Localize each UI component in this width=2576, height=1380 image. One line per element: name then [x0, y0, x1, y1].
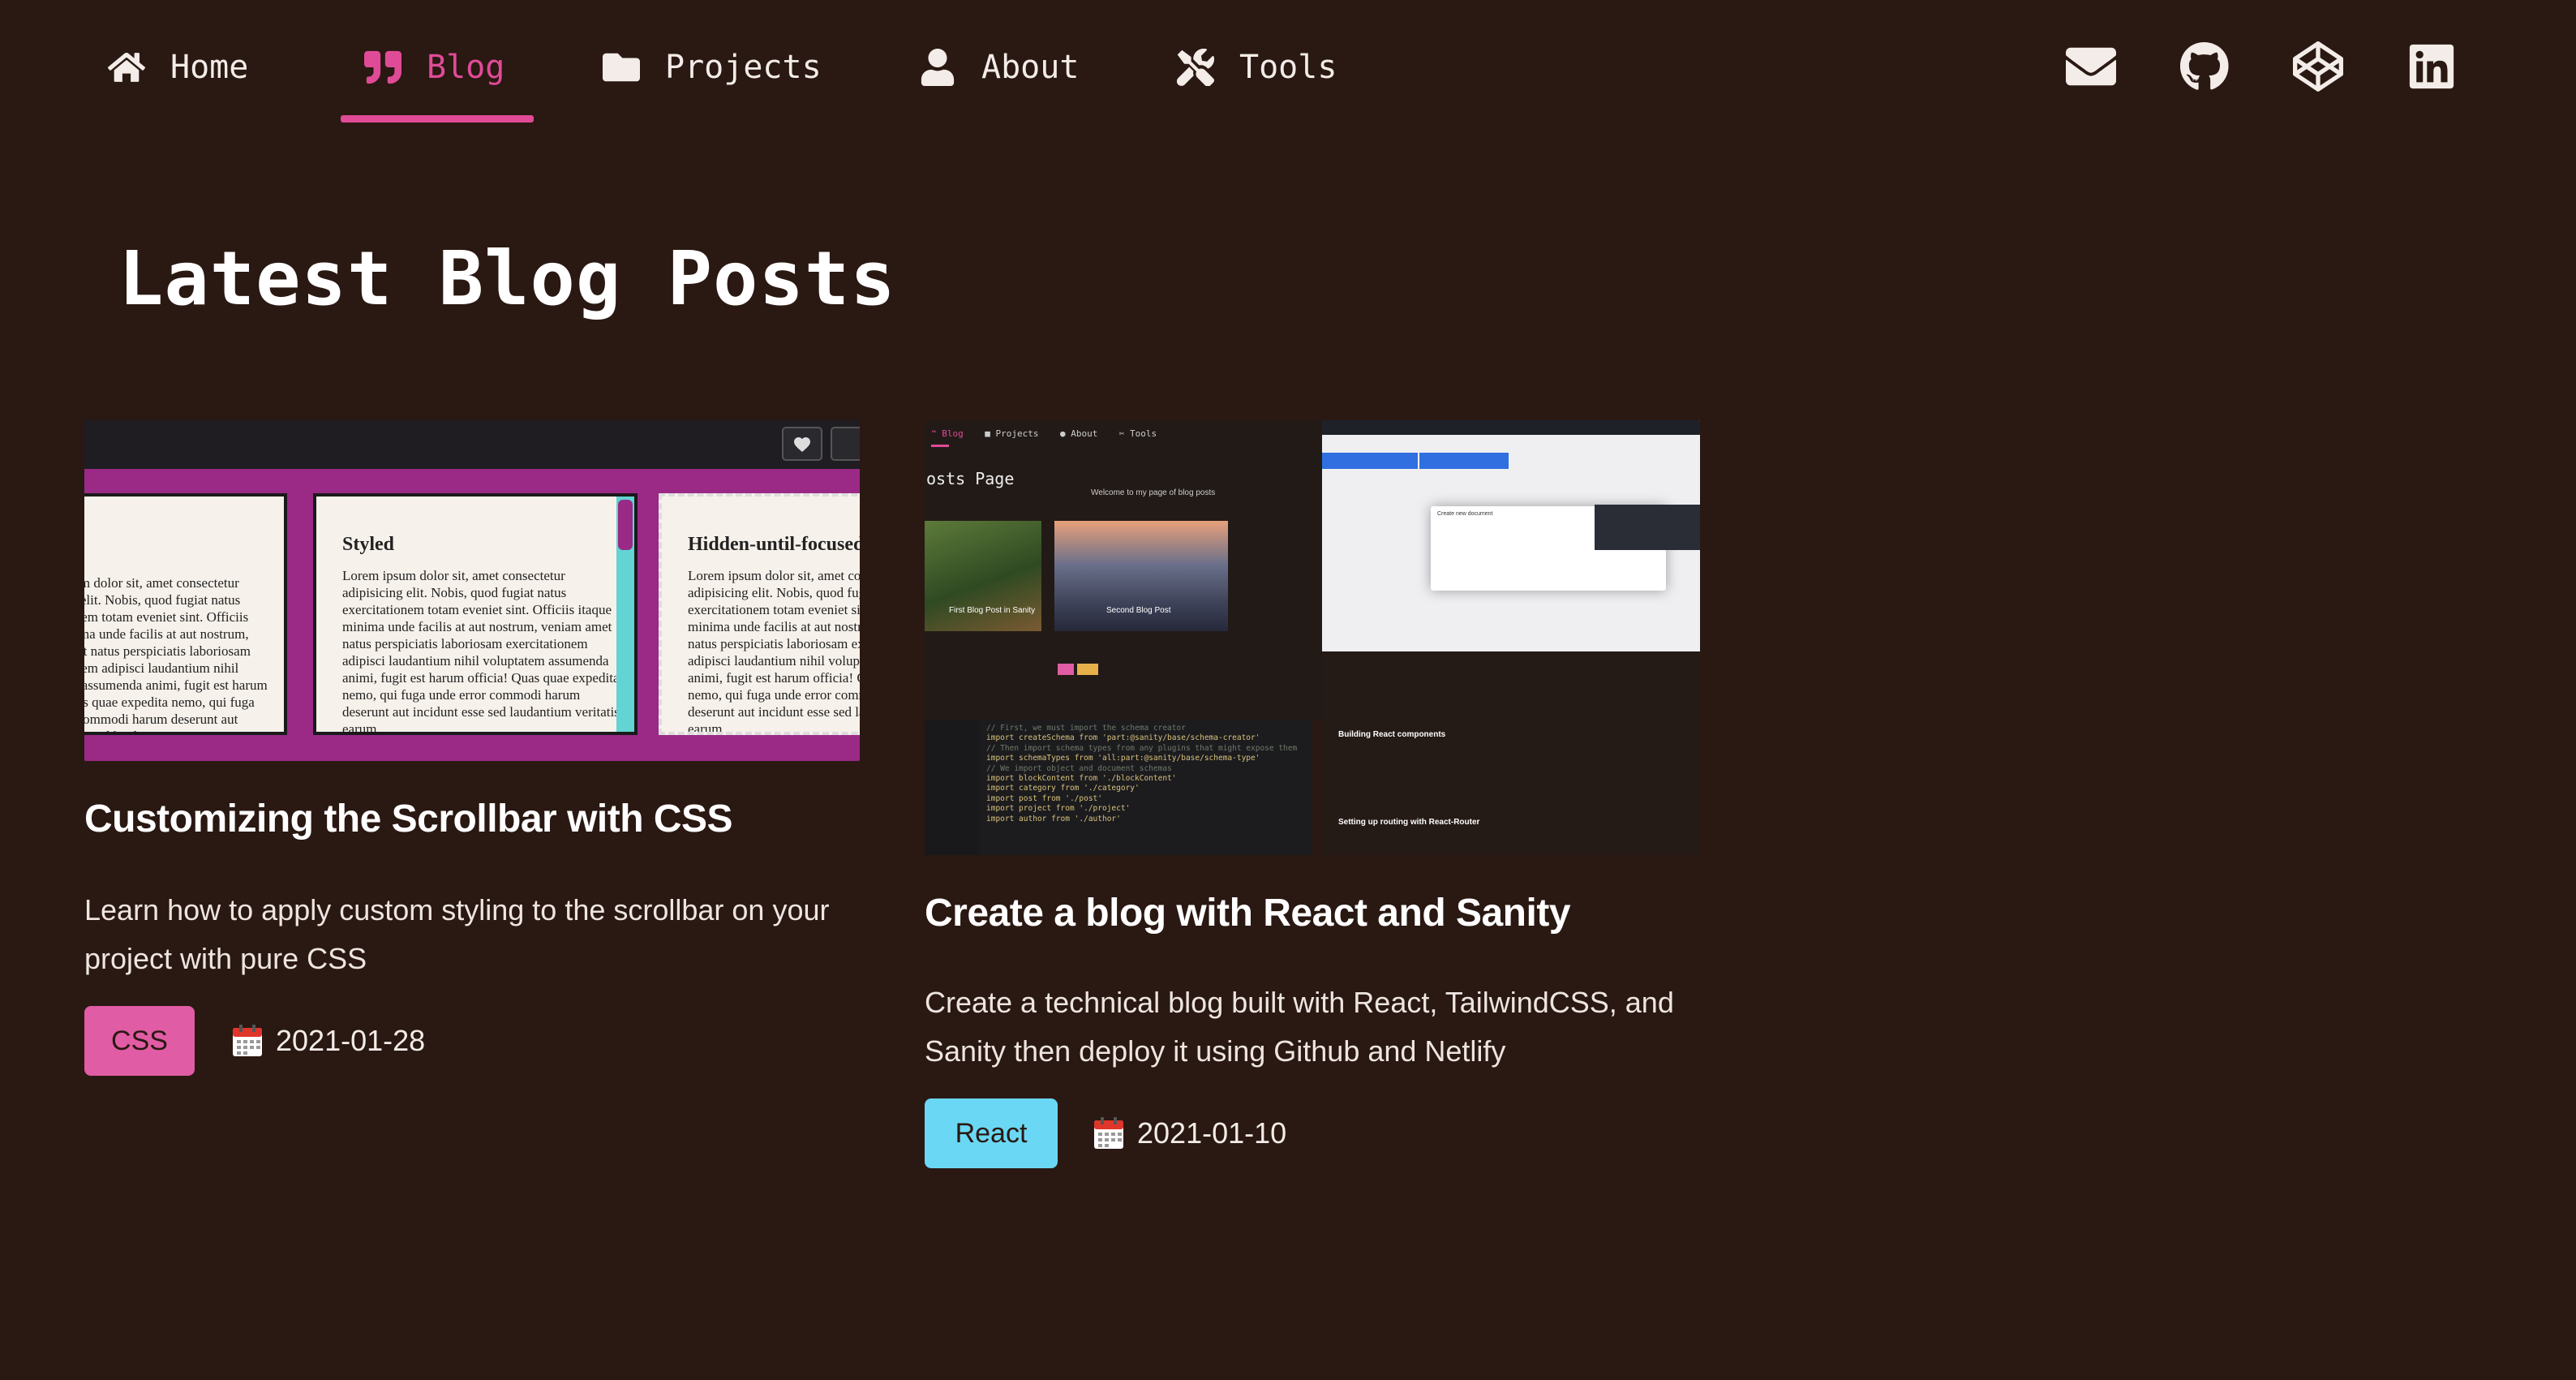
nav-tools-label: Tools	[1239, 49, 1337, 86]
thumbnail-sanity-studio: Create new document Building React compo…	[1322, 420, 1700, 855]
thumbnail-forest-image: First Blog Post in Sanity	[925, 521, 1041, 631]
active-tab-indicator	[341, 115, 534, 123]
nav-about[interactable]: About	[918, 39, 1079, 96]
thumbnail-card-label: Second Blog Post	[1106, 606, 1171, 615]
calendar-icon	[232, 1025, 263, 1057]
tag-badge[interactable]: CSS	[84, 1006, 195, 1076]
github-icon	[2179, 41, 2230, 96]
code-line: // Then import schema types from any plu…	[986, 743, 1298, 753]
quote-icon	[363, 48, 402, 87]
nav-projects-label: Projects	[665, 49, 822, 86]
demo-box-title: Styled	[342, 534, 395, 555]
thumbnail-tag	[1077, 664, 1098, 675]
article-heading: Building React components	[1338, 730, 1446, 739]
code-line: import post from './post'	[986, 793, 1102, 803]
demo-box-text: Lorem ipsum dolor sit, amet consectetur …	[688, 568, 860, 735]
scrollbar-demo-band: Lorem ipsum dolor sit, amet consectetur …	[84, 469, 860, 761]
post-date-text: 2021-01-28	[276, 1024, 426, 1057]
dialog-title: Create new document	[1437, 511, 1493, 517]
editor-sidebar	[925, 720, 980, 855]
code-line: import author from './author'	[986, 814, 1121, 823]
post-thumbnail[interactable]: ❝ Blog ■ Projects ● About ✂ Tools osts P…	[925, 420, 1700, 855]
folder-icon	[602, 48, 641, 87]
nav-projects[interactable]: Projects	[602, 39, 822, 96]
nav-blog[interactable]: Blog	[363, 39, 504, 96]
tag-badge[interactable]: React	[925, 1098, 1058, 1168]
demo-box-default: Lorem ipsum dolor sit, amet consectetur …	[84, 493, 287, 735]
tools-icon	[1176, 48, 1215, 87]
thumbnail-card-label: First Blog Post in Sanity	[949, 606, 1036, 615]
code-line: import createSchema from 'part:@sanity/b…	[986, 733, 1260, 743]
post-date: 2021-01-10	[1093, 1098, 1286, 1168]
code-line: import schemaTypes from 'all:part:@sanit…	[986, 754, 1260, 763]
demo-box-text: Lorem ipsum dolor sit, amet consectetur …	[84, 575, 268, 732]
code-line: import blockContent from './blockContent…	[986, 774, 1177, 784]
studio-selected-doc	[1419, 453, 1509, 469]
studio-editor-dark	[1595, 505, 1700, 550]
post-title[interactable]: Customizing the Scrollbar with CSS	[84, 797, 733, 841]
post-date-text: 2021-01-10	[1137, 1116, 1287, 1150]
nav-home-label: Home	[170, 49, 249, 86]
thumbnail-nav-underline	[931, 445, 949, 447]
thumbnail-posts-page: ❝ Blog ■ Projects ● About ✂ Tools osts P…	[925, 420, 1322, 720]
demo-box-styled: Styled Lorem ipsum dolor sit, amet conse…	[313, 493, 638, 735]
nav-about-label: About	[981, 49, 1080, 86]
article-heading: Setting up routing with React-Router	[1338, 818, 1480, 827]
code-line: // First, we must import the schema crea…	[986, 724, 1186, 733]
linkedin-icon	[2406, 41, 2457, 96]
page-title: Latest Blog Posts	[118, 235, 896, 322]
thumbnail-heading: osts Page	[926, 469, 1015, 488]
code-lines: // First, we must import the schema crea…	[986, 724, 1297, 824]
thumbnail-toolbar	[84, 420, 860, 469]
code-line: // We import object and document schemas	[986, 763, 1172, 773]
codepen-link[interactable]	[2292, 41, 2344, 96]
thumbnail-code-editor: // First, we must import the schema crea…	[925, 720, 1312, 855]
studio-topbar	[1322, 420, 1700, 435]
thumbnail-nav: ❝ Blog ■ Projects ● About ✂ Tools	[931, 428, 1157, 439]
custom-scrollbar-thumb	[618, 500, 633, 550]
studio-panel: Create new document	[1322, 420, 1700, 651]
post-title[interactable]: Create a blog with React and Sanity	[925, 891, 1571, 935]
studio-selected-row	[1322, 453, 1418, 469]
nav-home[interactable]: Home	[107, 39, 248, 96]
user-icon	[918, 48, 957, 87]
demo-box-hidden: Hidden-until-focused Lorem ipsum dolor s…	[659, 493, 860, 735]
demo-box-title: Hidden-until-focused	[688, 534, 860, 555]
codepen-icon	[2293, 41, 2343, 96]
code-line: import project from './project'	[986, 804, 1131, 814]
post-description: Create a technical blog built with React…	[925, 986, 1674, 1068]
home-icon	[107, 48, 146, 87]
post-date: 2021-01-28	[232, 1006, 425, 1076]
thumbnail-subheading: Welcome to my page of blog posts	[1091, 488, 1216, 497]
grid-icon	[831, 427, 860, 461]
github-link[interactable]	[2179, 41, 2230, 96]
calendar-icon	[1093, 1117, 1124, 1150]
linkedin-link[interactable]	[2406, 42, 2458, 94]
post-thumbnail[interactable]: Lorem ipsum dolor sit, amet consectetur …	[84, 420, 860, 761]
nav-tools[interactable]: Tools	[1176, 39, 1337, 96]
thumbnail-tag	[1058, 664, 1074, 675]
demo-box-text: Lorem ipsum dolor sit, amet consectetur …	[342, 568, 620, 735]
main-nav: Home Blog Projects About Tools	[0, 0, 2576, 130]
code-line: import category from './category'	[986, 784, 1140, 793]
post-description: Learn how to apply custom styling to the…	[84, 893, 830, 975]
email-icon	[2066, 41, 2116, 96]
heart-icon	[782, 427, 822, 461]
thumbnail-rocks-image: Second Blog Post	[1054, 521, 1228, 631]
nav-blog-label: Blog	[427, 49, 505, 86]
email-link[interactable]	[2065, 42, 2117, 94]
